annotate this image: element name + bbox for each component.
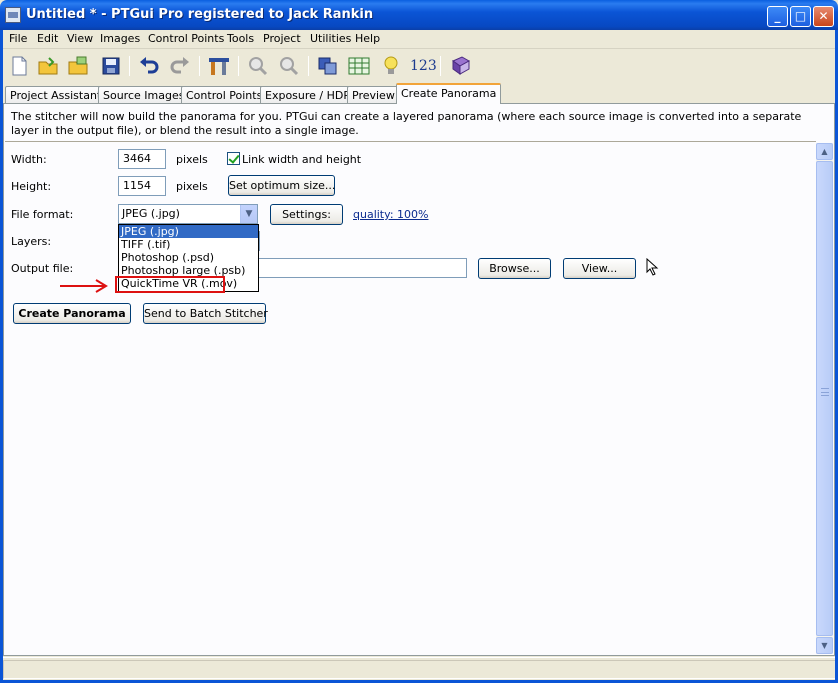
status-bar — [3, 657, 837, 679]
scrollbar-thumb[interactable] — [816, 161, 833, 636]
tab-source-images[interactable]: Source Images — [98, 86, 190, 104]
scroll-up-icon[interactable]: ▲ — [816, 143, 833, 160]
link-width-height-checkbox[interactable] — [227, 152, 240, 165]
annotation-highlight-box — [115, 276, 225, 293]
toolbar-separator — [199, 56, 200, 76]
toolbar-separator — [440, 56, 441, 76]
settings-button[interactable]: Settings: — [270, 204, 343, 225]
open-project-icon[interactable] — [36, 55, 60, 77]
table-editor-icon[interactable] — [347, 55, 371, 77]
zoom-out-icon[interactable] — [277, 55, 301, 77]
format-option-tiff[interactable]: TIFF (.tif) — [119, 238, 258, 251]
mouse-cursor-icon — [646, 258, 659, 276]
menu-bar: File Edit View Images Control Points Too… — [3, 30, 835, 49]
toolbar: 123 — [3, 50, 835, 82]
numbers-icon[interactable]: 123 — [410, 58, 437, 74]
output-file-input[interactable] — [258, 258, 467, 278]
title-bar: Untitled * - PTGui Pro registered to Jac… — [0, 0, 838, 30]
redo-icon[interactable] — [168, 55, 192, 77]
undo-icon[interactable] — [137, 55, 161, 77]
set-optimum-size-button[interactable]: Set optimum size... — [228, 175, 335, 196]
menu-project[interactable]: Project — [263, 32, 301, 45]
file-format-label: File format: — [11, 208, 74, 221]
optimizer-tools-icon[interactable] — [207, 55, 231, 77]
scroll-down-icon[interactable]: ▼ — [816, 637, 833, 654]
send-to-batch-stitcher-button[interactable]: Send to Batch Stitcher — [143, 303, 268, 324]
tab-preview[interactable]: Preview — [347, 86, 400, 104]
tab-exposure-hdr[interactable]: Exposure / HDR — [260, 86, 357, 104]
height-label: Height: — [11, 180, 52, 193]
menu-control-points[interactable]: Control Points — [148, 32, 224, 45]
width-unit: pixels — [176, 153, 208, 166]
panorama-editor-icon[interactable] — [316, 55, 340, 77]
menu-edit[interactable]: Edit — [37, 32, 58, 45]
menu-utilities[interactable]: Utilities — [310, 32, 351, 45]
menu-file[interactable]: File — [9, 32, 27, 45]
menu-tools[interactable]: Tools — [227, 32, 254, 45]
vertical-scrollbar[interactable]: ▲ ▼ — [816, 143, 833, 654]
toolbar-separator — [129, 56, 130, 76]
layers-label: Layers: — [11, 235, 52, 248]
toolbar-separator — [308, 56, 309, 76]
create-panorama-button[interactable]: Create Panorama — [13, 303, 131, 324]
close-button[interactable]: ✕ — [813, 6, 834, 27]
divider — [5, 141, 816, 142]
app-icon[interactable] — [5, 7, 21, 23]
tab-create-panorama[interactable]: Create Panorama — [396, 83, 502, 104]
width-input[interactable]: 3464 — [118, 149, 166, 169]
chevron-down-icon[interactable]: ▼ — [240, 205, 257, 223]
load-images-icon[interactable] — [66, 55, 90, 77]
toolbar-separator — [238, 56, 239, 76]
new-project-icon[interactable] — [7, 55, 31, 77]
window-title: Untitled * - PTGui Pro registered to Jac… — [26, 7, 374, 22]
file-format-value: JPEG (.jpg) — [122, 207, 180, 220]
file-format-select[interactable]: JPEG (.jpg) ▼ — [118, 204, 258, 224]
lightbulb-icon[interactable] — [379, 55, 403, 77]
menu-images[interactable]: Images — [100, 32, 140, 45]
annotation-arrow-icon — [60, 279, 108, 293]
intro-text: The stitcher will now build the panorama… — [11, 110, 802, 137]
link-width-height-label[interactable]: Link width and height — [242, 153, 361, 166]
zoom-in-icon[interactable] — [246, 55, 270, 77]
maximize-button[interactable]: □ — [790, 6, 811, 27]
tab-project-assistant[interactable]: Project Assistant — [5, 86, 107, 104]
height-unit: pixels — [176, 180, 208, 193]
format-option-psd[interactable]: Photoshop (.psd) — [119, 251, 258, 264]
tab-control-points[interactable]: Control Points — [181, 86, 268, 104]
browse-button[interactable]: Browse... — [478, 258, 551, 279]
save-icon[interactable] — [99, 55, 123, 77]
height-input[interactable]: 1154 — [118, 176, 166, 196]
menu-view[interactable]: View — [67, 32, 93, 45]
output-file-label: Output file: — [11, 262, 74, 275]
help-book-icon[interactable] — [449, 55, 473, 77]
format-option-jpeg[interactable]: JPEG (.jpg) — [119, 225, 258, 238]
quality-link[interactable]: quality: 100% — [353, 208, 428, 221]
menu-help[interactable]: Help — [355, 32, 380, 45]
minimize-button[interactable]: _ — [767, 6, 788, 27]
view-button[interactable]: View... — [563, 258, 636, 279]
width-label: Width: — [11, 153, 47, 166]
